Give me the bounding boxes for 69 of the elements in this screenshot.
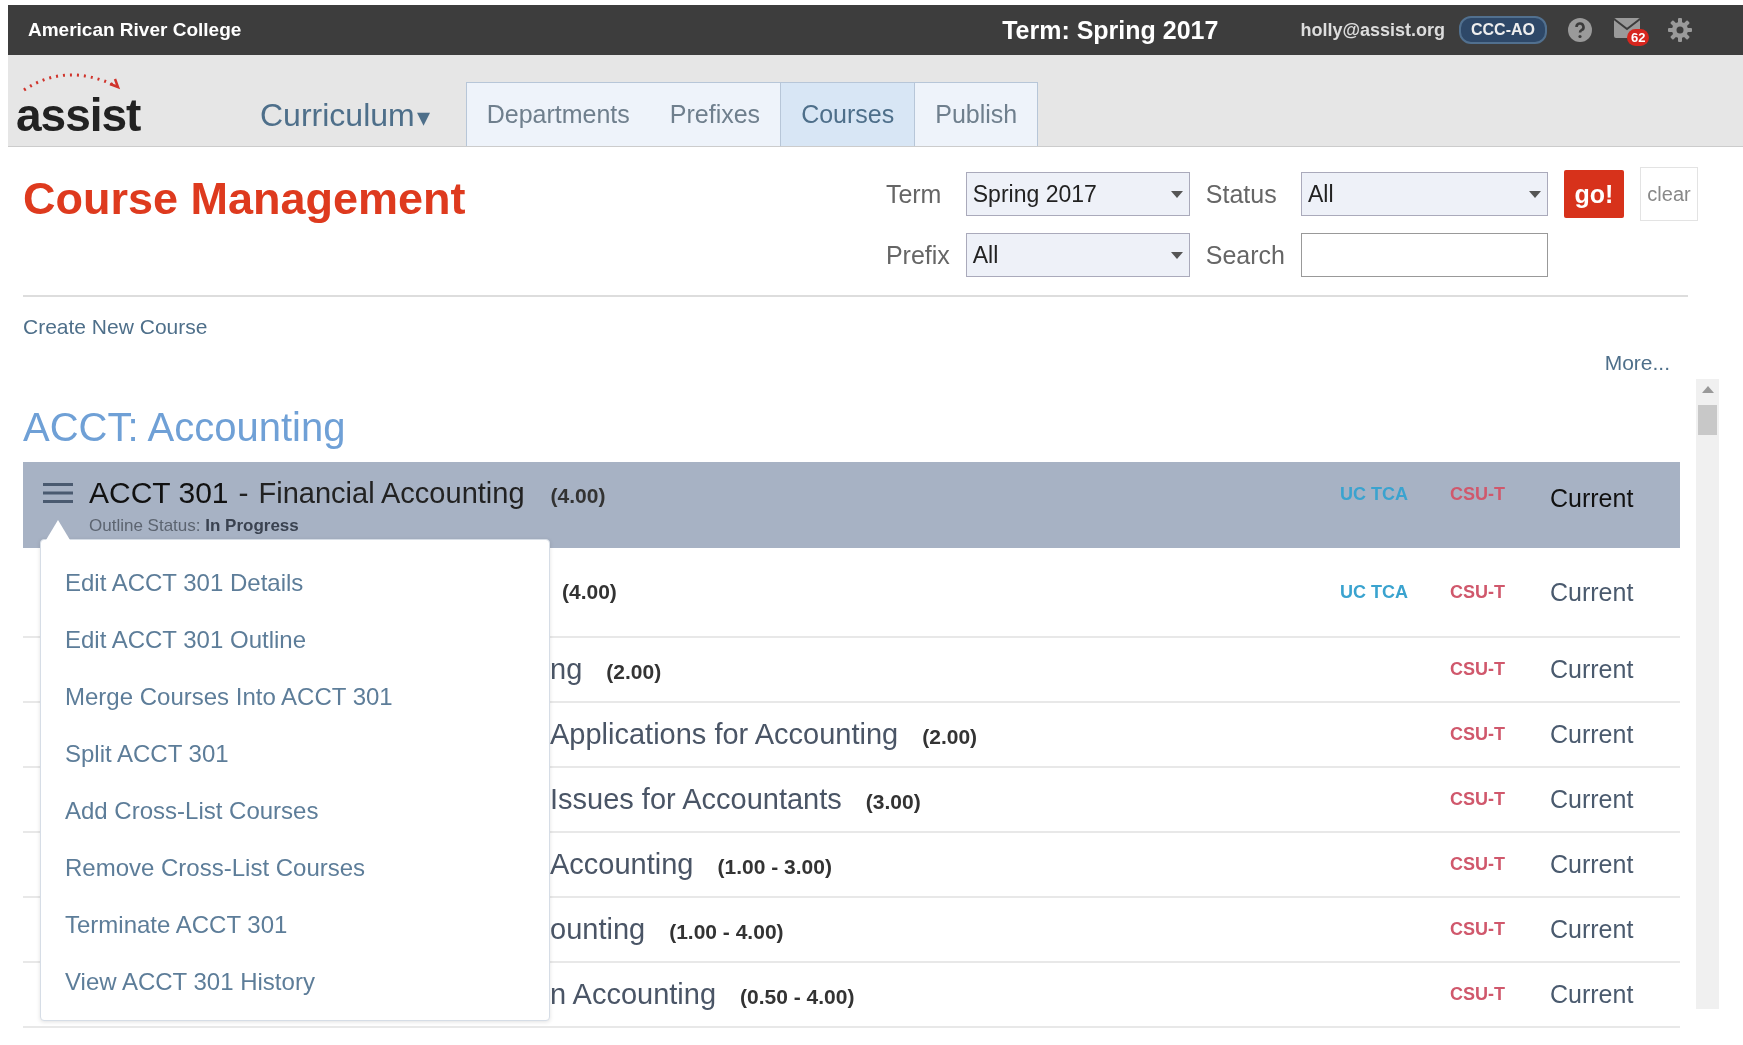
menu-item[interactable]: Terminate ACCT 301 [41, 896, 549, 953]
status-select[interactable]: All [1301, 172, 1548, 216]
uc-tca-tag: UC TCA [1340, 581, 1408, 602]
notification-count: 62 [1627, 29, 1650, 46]
search-label: Search [1205, 240, 1285, 270]
course-units: (2.00) [606, 660, 662, 684]
nav-tab[interactable]: Courses [780, 83, 916, 146]
scrollbar[interactable] [1696, 379, 1719, 1009]
term-select[interactable]: Spring 2017 [965, 172, 1190, 216]
nav-tab[interactable]: Departments [466, 83, 650, 146]
course-units: (3.00) [865, 790, 921, 814]
course-status: Current [1550, 655, 1635, 684]
department-heading: ACCT: Accounting [23, 404, 347, 451]
current-term: Term: Spring 2017 [1002, 15, 1219, 45]
course-code: ACCT 301 [89, 476, 229, 510]
course-status: Current [1550, 484, 1635, 513]
course-title: Applications for Accounting [550, 718, 899, 751]
menu-item[interactable]: Remove Cross-List Courses [41, 839, 549, 896]
role-badge[interactable]: CCC-AO [1459, 16, 1547, 44]
course-units: (4.00) [550, 484, 606, 508]
csu-tag: CSU-T [1450, 919, 1505, 939]
course-units: (1.00 - 4.00) [669, 920, 784, 944]
course-status: Current [1550, 577, 1635, 607]
page-title: Course Management [23, 173, 466, 226]
course-title: ounting [550, 913, 646, 946]
course-units: (4.00) [562, 580, 617, 604]
create-course-link[interactable]: Create New Course [23, 315, 208, 339]
course-title: Accounting [550, 848, 694, 881]
course-title: n Accounting [550, 978, 717, 1011]
course-units: (0.50 - 4.00) [740, 985, 855, 1009]
csu-tag: CSU-T [1450, 984, 1505, 1004]
prefix-label: Prefix [885, 240, 950, 270]
separator: - [238, 476, 249, 510]
nav-tab[interactable]: Prefixes [649, 83, 781, 146]
csu-tag: CSU-T [1450, 484, 1505, 504]
settings-icon[interactable] [1667, 17, 1693, 43]
help-icon[interactable] [1567, 17, 1593, 43]
course-title: Financial Accounting [258, 477, 525, 510]
uc-tca-tag: UC TCA [1340, 484, 1408, 504]
csu-tag: CSU-T [1450, 659, 1505, 679]
course-status: Current [1550, 980, 1635, 1009]
menu-item[interactable]: Edit ACCT 301 Details [41, 554, 549, 611]
prefix-select[interactable]: All [965, 233, 1190, 277]
course-status: Current [1550, 850, 1635, 879]
nav-tab[interactable]: Publish [915, 83, 1038, 146]
course-status: Current [1550, 785, 1635, 814]
search-field[interactable] [1301, 233, 1548, 277]
course-units: (2.00) [922, 725, 978, 749]
csu-tag: CSU-T [1450, 581, 1505, 602]
user-email[interactable]: holly@assist.org [1300, 19, 1445, 41]
csu-tag: CSU-T [1450, 854, 1505, 874]
status-label: Status [1205, 179, 1278, 209]
logo[interactable]: assist [16, 92, 141, 138]
course-status: Current [1550, 915, 1635, 944]
go-button[interactable]: go! [1564, 170, 1624, 218]
term-label: Term [885, 179, 943, 209]
course-units: (1.00 - 3.00) [717, 855, 832, 879]
course-title: ng [550, 653, 583, 686]
course-title: Issues for Accountants [550, 783, 842, 816]
csu-tag: CSU-T [1450, 724, 1505, 744]
curriculum-menu[interactable]: Curriculum▾ [260, 97, 430, 134]
selected-course-row[interactable]: ACCT 301 - Financial Accounting (4.00) Outline Status: In Progress UC TCA CSU-T Current [23, 462, 1680, 548]
outline-status: Outline Status: In Progress [89, 516, 300, 536]
course-status: Current [1550, 720, 1635, 749]
clear-button[interactable]: clear [1640, 167, 1698, 221]
more-link[interactable]: More... [1604, 351, 1670, 375]
college-name: American River College [28, 19, 242, 41]
menu-icon[interactable] [43, 482, 73, 504]
csu-tag: CSU-T [1450, 789, 1505, 809]
